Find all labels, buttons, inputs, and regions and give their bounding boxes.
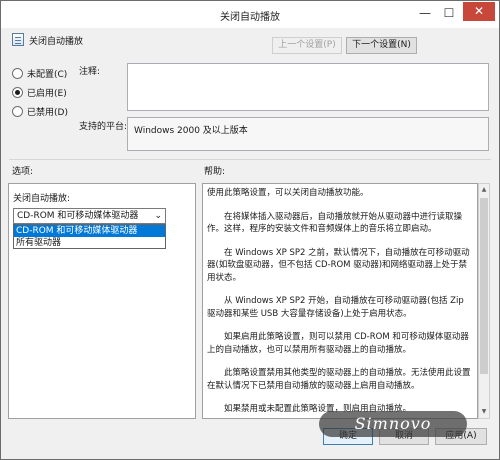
radio-not-configured[interactable]: 未配置(C) (12, 66, 67, 80)
help-panel: 使用此策略设置，可以关闭自动播放功能。 在将媒体插入驱动器后，自动播放就开始从驱… (202, 183, 478, 419)
radio-not-configured-circle[interactable] (12, 67, 23, 79)
help-paragraph: 在 Windows XP SP2 之前，默认情况下，自动播放在可移动驱动器(如软… (207, 247, 470, 283)
help-paragraph: 使用此策略设置，可以关闭自动播放功能。 (207, 188, 369, 198)
radio-enabled-label: 已启用(E) (27, 88, 67, 99)
options-section-label: 选项: (12, 167, 34, 177)
help-paragraph: 此策略设置禁用其他类型的驱动器上的自动播放。无法使用此设置在默认情况下已禁用自动… (207, 368, 471, 391)
drive-type-selected-value: CD-ROM 和可移动媒体驱动器 (17, 211, 139, 221)
radio-not-configured-label: 未配置(C) (27, 69, 68, 80)
title-bar[interactable]: 关闭自动播放 — ☐ ✕ (1, 1, 499, 28)
next-setting-button[interactable]: 下一个设置(N) (346, 37, 417, 54)
scroll-down-icon[interactable]: ▼ (479, 406, 489, 418)
comment-label: 注释: (79, 67, 101, 77)
supported-platforms-label: 支持的平台: (79, 122, 128, 132)
policy-name: 关闭自动播放 (29, 37, 84, 47)
help-paragraph: 在将媒体插入驱动器后，自动播放就开始从驱动器中进行读取操作。这样，程序的安装文件… (207, 211, 463, 235)
close-button[interactable]: ✕ (463, 2, 495, 21)
autoplay-field-label: 关闭自动播放: (13, 194, 71, 204)
radio-disabled[interactable]: 已禁用(D) (12, 104, 68, 118)
maximize-icon[interactable]: ☐ (439, 5, 459, 21)
watermark: Simnovo (319, 411, 467, 437)
radio-enabled[interactable]: 已启用(E) (12, 85, 67, 99)
previous-setting-button[interactable]: 上一个设置(P) (272, 37, 342, 54)
scrollbar-thumb[interactable] (480, 198, 488, 374)
chevron-down-icon[interactable]: ⌄ (154, 209, 162, 223)
scroll-up-icon[interactable]: ▲ (479, 184, 489, 196)
policy-dialog: 关闭自动播放 — ☐ ✕ 关闭自动播放 上一个设置(P) 下一个设置(N) 未配… (0, 0, 500, 460)
dropdown-option-all-drives[interactable]: 所有驱动器 (14, 237, 165, 249)
help-paragraph: 从 Windows XP SP2 开始，自动播放在可移动驱动器(包括 Zip 驱… (207, 296, 464, 319)
radio-disabled-label: 已禁用(D) (27, 107, 68, 118)
drive-type-dropdown-list: CD-ROM 和可移动媒体驱动器 所有驱动器 (13, 224, 166, 249)
radio-disabled-circle[interactable] (12, 105, 23, 117)
minimize-icon[interactable]: — (415, 5, 435, 21)
section-divider (9, 159, 491, 160)
help-text: 使用此策略设置，可以关闭自动播放功能。 在将媒体插入驱动器后，自动播放就开始从驱… (203, 184, 477, 418)
supported-platforms-value: Windows 2000 及以上版本 (127, 117, 489, 151)
help-section-label: 帮助: (204, 167, 226, 177)
comment-textarea[interactable] (127, 63, 489, 111)
help-paragraph: 如果启用此策略设置，则可以禁用 CD-ROM 和可移动媒体驱动器上的自动播放，也… (207, 332, 469, 355)
radio-enabled-circle[interactable] (12, 86, 23, 98)
drive-type-select[interactable]: CD-ROM 和可移动媒体驱动器 ⌄ (13, 208, 166, 224)
policy-setting-icon (12, 33, 24, 46)
help-scrollbar[interactable]: ▲ ▼ (478, 183, 490, 419)
dropdown-option-cdrom[interactable]: CD-ROM 和可移动媒体驱动器 (14, 225, 165, 237)
